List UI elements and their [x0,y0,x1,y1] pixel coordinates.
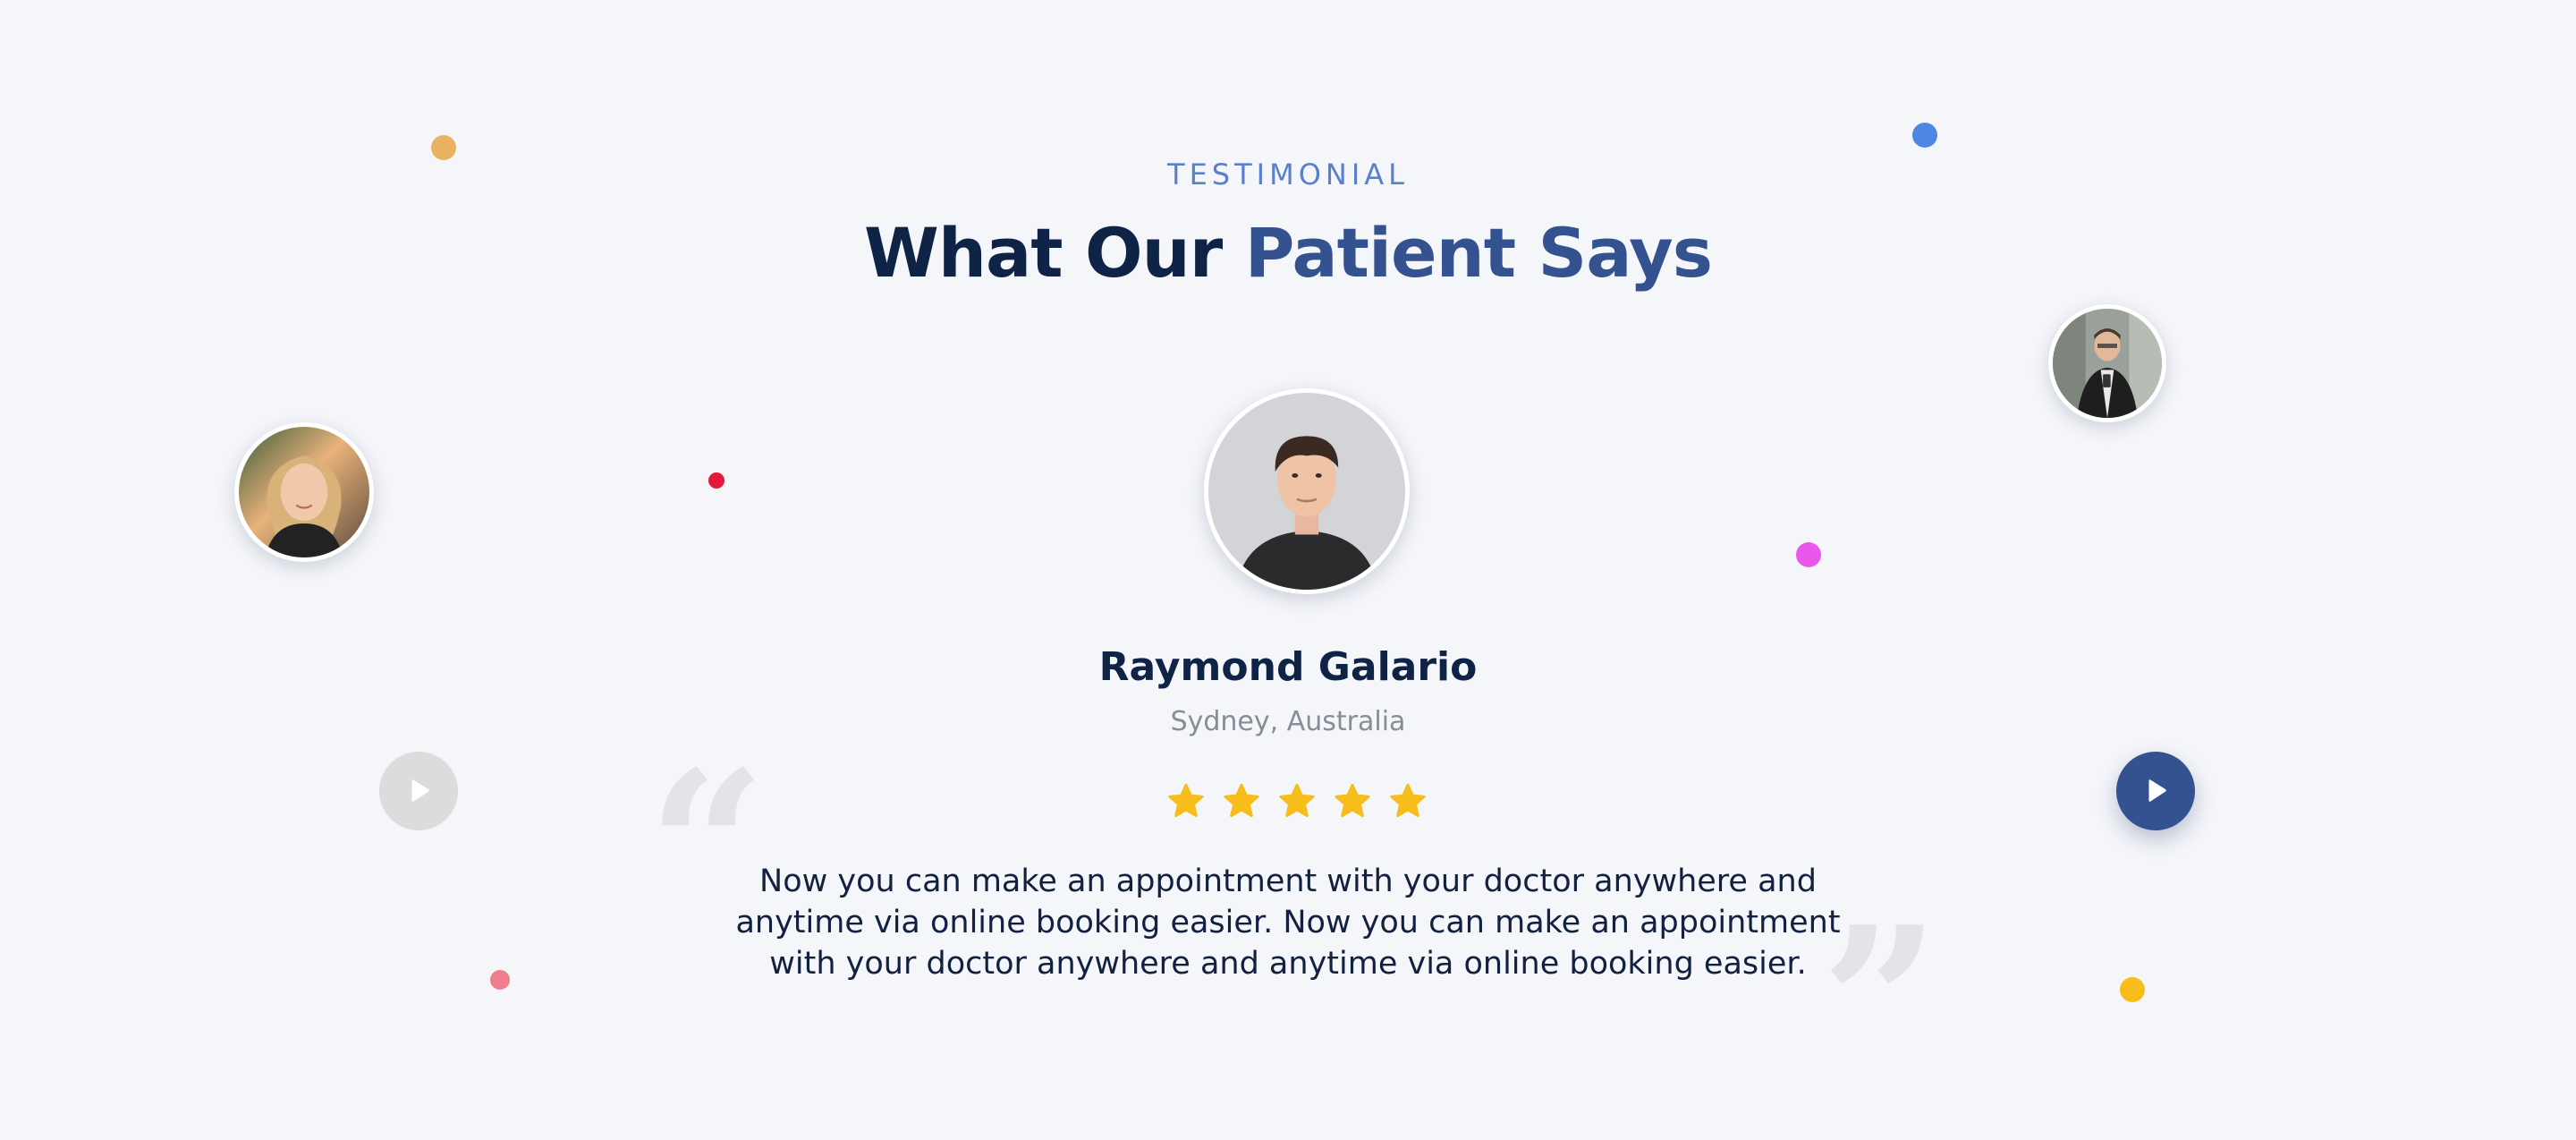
avatar-photo [2053,309,2162,418]
testimonial-section: TESTIMONIAL What Our Patient Says Raymon… [0,0,2576,1140]
star-icon [1279,783,1315,818]
avatar-photo [239,427,369,557]
patient-avatar-right[interactable] [2048,304,2166,422]
title-primary: What Our [864,213,1245,293]
star-icon [1390,783,1426,818]
star-icon [1168,783,1204,818]
patient-avatar-left[interactable] [234,422,374,562]
patient-name: Raymond Galario [1098,644,1478,690]
decorative-dot [490,970,510,990]
title-accent: Patient Says [1244,213,1713,293]
star-icon [1224,783,1259,818]
decorative-dot [708,472,724,489]
previous-testimonial-button[interactable] [379,752,458,830]
play-icon [2148,779,2166,802]
decorative-dot [431,135,456,160]
decorative-dot [1912,123,1937,148]
avatar-photo [1208,393,1405,590]
star-icon [1335,783,1370,818]
section-eyebrow: TESTIMONIAL [1167,157,1409,191]
section-title: What Our Patient Says [0,213,2576,293]
patient-location: Sydney, Australia [1170,706,1406,737]
play-icon [411,779,429,802]
next-testimonial-button[interactable] [2116,752,2195,830]
decorative-dot [2120,977,2145,1002]
testimonial-quote: Now you can make an appointment with you… [735,864,1841,982]
featured-patient-avatar [1204,388,1410,594]
decorative-dot [1796,542,1821,567]
